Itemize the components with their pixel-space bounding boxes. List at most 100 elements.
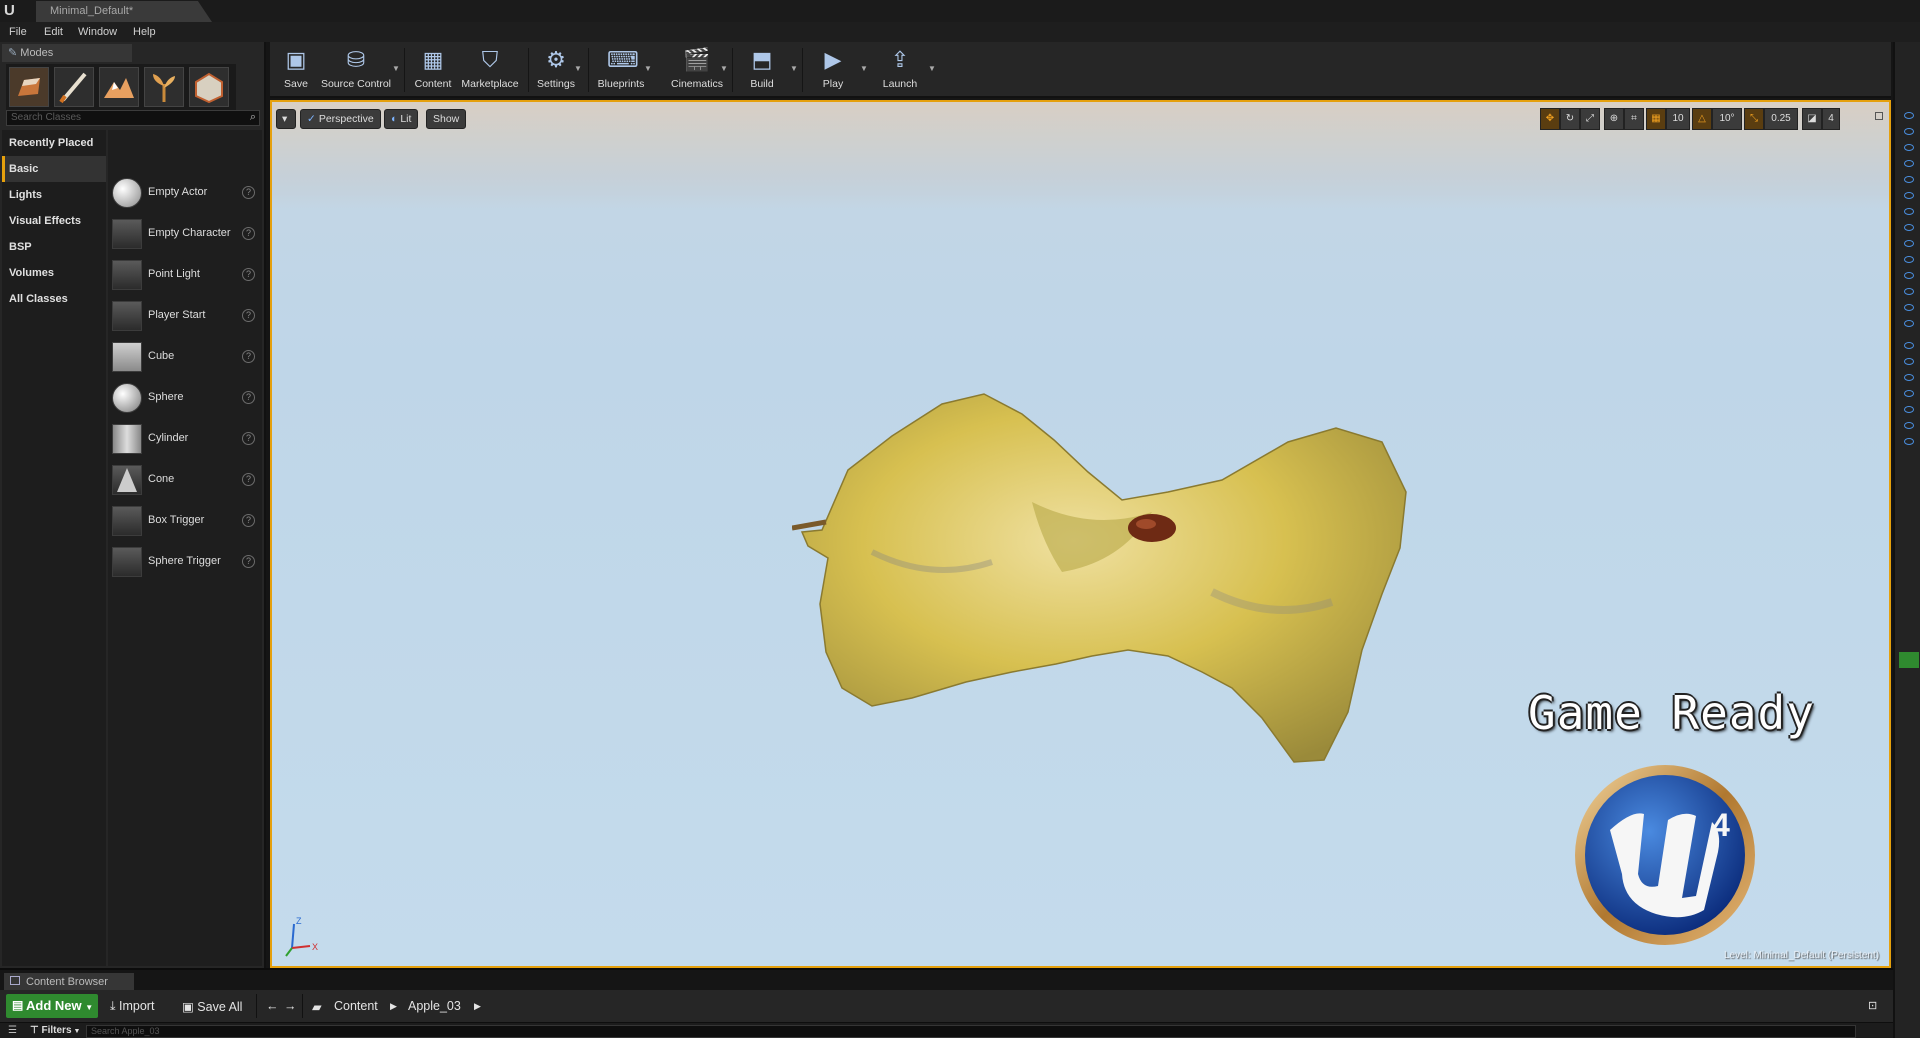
- foliage-mode-icon[interactable]: [144, 67, 184, 107]
- help-icon[interactable]: ?: [242, 309, 255, 322]
- eye-icon[interactable]: [1904, 256, 1914, 263]
- scale-snap-icon[interactable]: ⤡: [1744, 108, 1764, 130]
- eye-icon[interactable]: [1904, 320, 1914, 327]
- camera-speed-icon[interactable]: ◪: [1802, 108, 1822, 130]
- eye-icon[interactable]: [1904, 272, 1914, 279]
- lit-button[interactable]: ◐ Lit: [384, 109, 419, 129]
- apple-core-mesh[interactable]: [792, 332, 1412, 792]
- maximize-viewport-icon[interactable]: [1875, 112, 1883, 120]
- search-assets-input[interactable]: Search Apple_03: [86, 1025, 1856, 1038]
- help-icon[interactable]: ?: [242, 432, 255, 445]
- eye-icon[interactable]: [1904, 374, 1914, 381]
- forward-arrow-icon[interactable]: →: [284, 999, 297, 1013]
- rotation-snap-value[interactable]: 10°: [1712, 108, 1742, 130]
- translate-icon[interactable]: ✥: [1540, 108, 1560, 130]
- save-all-button[interactable]: ▣ Save All: [182, 999, 242, 1014]
- eye-icon[interactable]: [1904, 406, 1914, 413]
- world-local-icon[interactable]: ⊕: [1604, 108, 1624, 130]
- category-bsp[interactable]: BSP: [2, 234, 106, 260]
- lock-icon[interactable]: ⊡: [1868, 999, 1877, 1012]
- scale-icon[interactable]: ⤢: [1580, 108, 1600, 130]
- content-button[interactable]: ▦ Content: [410, 46, 456, 96]
- help-icon[interactable]: ?: [242, 555, 255, 568]
- category-basic[interactable]: Basic: [2, 156, 106, 182]
- rotate-icon[interactable]: ↻: [1560, 108, 1580, 130]
- paint-mode-icon[interactable]: [54, 67, 94, 107]
- category-volumes[interactable]: Volumes: [2, 260, 106, 286]
- chevron-down-icon[interactable]: ▼: [644, 64, 652, 73]
- breadcrumb-apple-03[interactable]: Apple_03: [408, 999, 461, 1013]
- category-all-classes[interactable]: All Classes: [2, 286, 106, 312]
- chevron-down-icon[interactable]: ▼: [392, 64, 400, 73]
- grid-snap-icon[interactable]: ▦: [1646, 108, 1666, 130]
- menu-file[interactable]: File: [9, 26, 27, 38]
- blueprints-button[interactable]: ⌨ Blueprints: [592, 46, 650, 96]
- eye-icon[interactable]: [1904, 358, 1914, 365]
- list-item[interactable]: Cube?: [108, 337, 262, 377]
- menu-window[interactable]: Window: [78, 26, 117, 38]
- place-mode-icon[interactable]: [9, 67, 49, 107]
- list-item[interactable]: Cone?: [108, 460, 262, 500]
- chevron-down-icon[interactable]: ▼: [860, 64, 868, 73]
- eye-icon[interactable]: [1904, 288, 1914, 295]
- eye-icon[interactable]: [1904, 192, 1914, 199]
- launch-button[interactable]: ⇪ Launch: [870, 46, 930, 96]
- filters-button[interactable]: ⊤ Filters ▼: [30, 1025, 80, 1036]
- back-arrow-icon[interactable]: ←: [266, 999, 279, 1013]
- surface-snap-icon[interactable]: ⌗: [1624, 108, 1644, 130]
- category-lights[interactable]: Lights: [2, 182, 106, 208]
- show-button[interactable]: Show: [426, 109, 467, 129]
- eye-icon[interactable]: [1904, 342, 1914, 349]
- help-icon[interactable]: ?: [242, 268, 255, 281]
- help-icon[interactable]: ?: [242, 227, 255, 240]
- list-item[interactable]: Empty Actor?: [108, 173, 262, 213]
- camera-speed-value[interactable]: 4: [1822, 108, 1840, 130]
- add-component-button[interactable]: [1899, 652, 1919, 668]
- landscape-mode-icon[interactable]: [99, 67, 139, 107]
- rotation-snap-icon[interactable]: △: [1692, 108, 1712, 130]
- list-item[interactable]: Sphere Trigger?: [108, 542, 262, 582]
- help-icon[interactable]: ?: [242, 473, 255, 486]
- grid-snap-value[interactable]: 10: [1666, 108, 1690, 130]
- eye-icon[interactable]: [1904, 208, 1914, 215]
- category-visual-effects[interactable]: Visual Effects: [2, 208, 106, 234]
- level-viewport[interactable]: ▾ ✓ Perspective ◐ Lit Show ✥ ↻ ⤢ ⊕ ⌗ ▦ 10 …: [270, 100, 1891, 968]
- source-control-button[interactable]: ⛁ Source Control: [318, 46, 394, 96]
- category-recently-placed[interactable]: Recently Placed: [2, 130, 106, 156]
- build-button[interactable]: ⬒ Build: [738, 46, 786, 96]
- play-button[interactable]: ▶ Play: [808, 46, 858, 96]
- list-item[interactable]: Box Trigger?: [108, 501, 262, 541]
- help-icon[interactable]: ?: [242, 186, 255, 199]
- eye-icon[interactable]: [1904, 144, 1914, 151]
- save-button[interactable]: ▣ Save: [276, 46, 316, 96]
- eye-icon[interactable]: [1904, 304, 1914, 311]
- chevron-down-icon[interactable]: ▼: [720, 64, 728, 73]
- eye-icon[interactable]: [1904, 438, 1914, 445]
- list-item[interactable]: Player Start?: [108, 296, 262, 336]
- chevron-down-icon[interactable]: ▼: [790, 64, 798, 73]
- scale-snap-value[interactable]: 0.25: [1764, 108, 1798, 130]
- viewport-options-dropdown[interactable]: ▾: [276, 109, 296, 129]
- menu-help[interactable]: Help: [133, 26, 156, 38]
- list-item[interactable]: Point Light?: [108, 255, 262, 295]
- eye-icon[interactable]: [1904, 160, 1914, 167]
- list-item[interactable]: Cylinder?: [108, 419, 262, 459]
- marketplace-button[interactable]: ⛉ Marketplace: [460, 46, 520, 96]
- eye-icon[interactable]: [1904, 112, 1914, 119]
- list-item[interactable]: Empty Character?: [108, 214, 262, 254]
- help-icon[interactable]: ?: [242, 391, 255, 404]
- chevron-down-icon[interactable]: ▼: [574, 64, 582, 73]
- eye-icon[interactable]: [1904, 176, 1914, 183]
- chevron-down-icon[interactable]: ▼: [928, 64, 936, 73]
- help-icon[interactable]: ?: [242, 350, 255, 363]
- eye-icon[interactable]: [1904, 224, 1914, 231]
- menu-edit[interactable]: Edit: [44, 26, 63, 38]
- eye-icon[interactable]: [1904, 422, 1914, 429]
- settings-button[interactable]: ⚙ Settings: [532, 46, 580, 96]
- geometry-mode-icon[interactable]: [189, 67, 229, 107]
- eye-icon[interactable]: [1904, 390, 1914, 397]
- document-tab[interactable]: Minimal_Default*: [36, 1, 212, 22]
- breadcrumb-content[interactable]: Content: [334, 999, 378, 1013]
- perspective-button[interactable]: ✓ Perspective: [300, 109, 381, 129]
- import-button[interactable]: ⤓ Import: [110, 999, 154, 1014]
